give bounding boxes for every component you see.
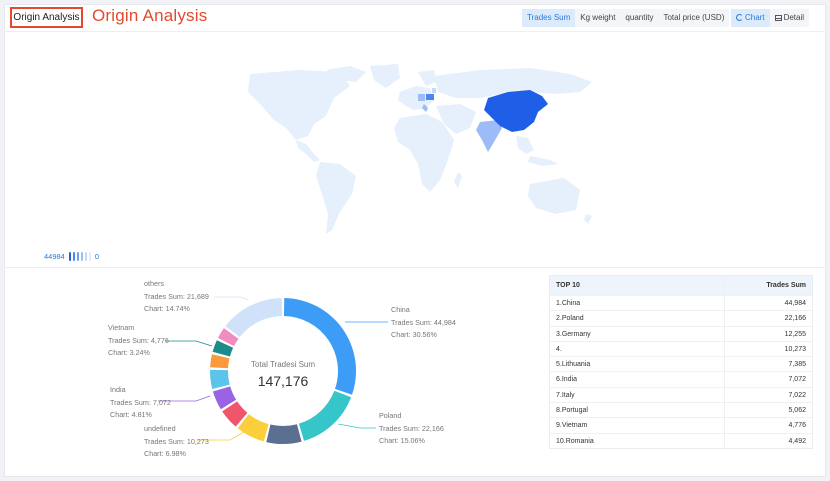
trades-sum-cell: 10,273 — [784, 345, 806, 353]
label-name: others — [144, 279, 164, 288]
label-name: Poland — [379, 411, 402, 420]
donut-label-undefined: undefined Trades Sum: 10,273 Chart: 6.98… — [144, 423, 209, 461]
label-pct: Chart: 15.06% — [379, 436, 425, 445]
trades-sum-cell: 22,166 — [784, 315, 806, 323]
trades-sum-cell: 4,492 — [788, 437, 806, 445]
column-header-top10[interactable]: TOP 10 — [550, 276, 725, 295]
table-row[interactable]: 5.Lithuania 7,385 — [550, 356, 812, 372]
table-row[interactable]: 8.Portugal 5,062 — [550, 402, 812, 418]
donut-label-poland: Poland Trades Sum: 22,166 Chart: 15.06% — [379, 410, 444, 448]
table-row[interactable]: 9.Vietnam 4,776 — [550, 417, 812, 433]
column-header-trades-sum[interactable]: Trades Sum — [725, 276, 812, 295]
label-name: China — [391, 305, 410, 314]
country-cell: 4. — [550, 341, 725, 357]
label-pct: Chart: 14.74% — [144, 304, 190, 313]
label-sum: Trades Sum: 44,984 — [391, 317, 456, 327]
label-pct: Chart: 4.81% — [110, 410, 152, 419]
table-header: TOP 10 Trades Sum — [550, 276, 812, 295]
table-row[interactable]: 10.Romania 4,492 — [550, 432, 812, 448]
donut-label-vietnam: Vietnam Trades Sum: 4,776 Chart: 3.24% — [108, 322, 169, 360]
donut-label-china: China Trades Sum: 44,984 Chart: 30.56% — [391, 304, 456, 342]
country-cell: 2.Poland — [550, 311, 725, 326]
label-pct: Chart: 6.98% — [144, 449, 186, 458]
label-pct: Chart: 30.56% — [391, 330, 437, 339]
country-cell: 1.China — [550, 296, 725, 311]
table-body: 1.China 44,984 2.Poland 22,166 3.Germany 12,2… — [550, 295, 812, 448]
country-cell: 7.Italy — [550, 387, 725, 403]
leader-line-poland — [337, 423, 376, 429]
label-sum: Trades Sum: 21,689 — [144, 291, 209, 301]
trades-sum-cell: 7,385 — [788, 361, 806, 369]
table-row[interactable]: 1.China 44,984 — [550, 295, 812, 311]
trades-sum-cell: 44,984 — [784, 300, 806, 307]
trades-sum-cell: 7,022 — [788, 391, 806, 399]
label-name: India — [110, 385, 126, 394]
country-cell: 10.Romania — [550, 433, 725, 448]
label-sum: Trades Sum: 4,776 — [108, 335, 169, 345]
country-cell: 9.Vietnam — [550, 418, 725, 433]
trades-sum-cell: 12,255 — [784, 330, 806, 338]
country-cell: 3.Germany — [550, 326, 725, 341]
label-sum: Trades Sum: 10,273 — [144, 436, 209, 446]
trades-sum-cell: 5,062 — [788, 407, 806, 415]
label-pct: Chart: 3.24% — [108, 348, 150, 357]
country-cell: 8.Portugal — [550, 403, 725, 418]
donut-label-others: others Trades Sum: 21,689 Chart: 14.74% — [144, 278, 209, 316]
trades-sum-cell: 7,072 — [788, 376, 806, 384]
leader-line-vietnam — [166, 340, 213, 347]
label-sum: Trades Sum: 7,072 — [110, 397, 171, 407]
table-row[interactable]: 4. 10,273 — [550, 340, 812, 357]
label-sum: Trades Sum: 22,166 — [379, 423, 444, 433]
country-cell: 5.Lithuania — [550, 357, 725, 372]
table-row[interactable]: 3.Germany 12,255 — [550, 325, 812, 341]
table-row[interactable]: 2.Poland 22,166 — [550, 310, 812, 326]
country-cell: 6.India — [550, 372, 725, 387]
donut-label-india: India Trades Sum: 7,072 Chart: 4.81% — [110, 384, 171, 422]
table-row[interactable]: 7.Italy 7,022 — [550, 386, 812, 403]
top10-table: TOP 10 Trades Sum 1.China 44,984 2.Poland 2… — [549, 275, 813, 449]
table-row[interactable]: 6.India 7,072 — [550, 371, 812, 387]
label-name: undefined — [144, 424, 176, 433]
label-name: Vietnam — [108, 323, 135, 332]
trades-sum-cell: 4,776 — [788, 422, 806, 430]
leader-line-others — [214, 296, 249, 301]
